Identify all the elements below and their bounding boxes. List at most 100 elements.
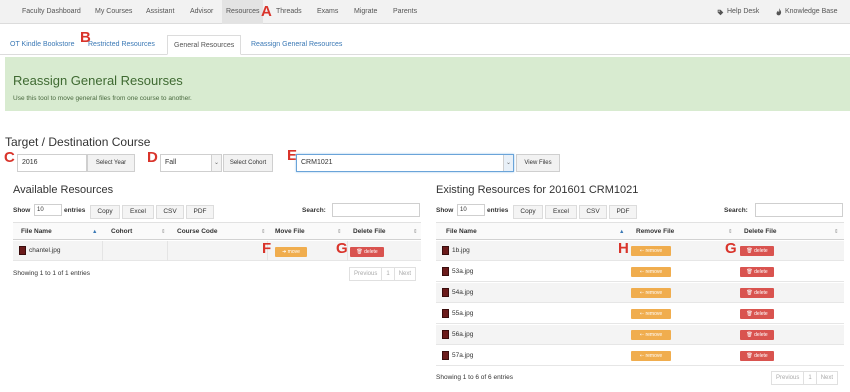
col-delete-file[interactable]: Delete File <box>744 223 777 241</box>
delete-button[interactable]: 🗑 delete <box>740 330 774 340</box>
nav-exams[interactable]: Exams <box>317 0 338 24</box>
delete-button[interactable]: 🗑 delete <box>740 309 774 319</box>
col-file-name[interactable]: File Name <box>21 223 52 241</box>
annotation-f: F <box>262 240 272 257</box>
file-name-cell: 57a.jpg <box>442 346 473 366</box>
available-copy-button[interactable]: Copy <box>90 205 120 219</box>
view-files-button[interactable]: View Files <box>516 154 560 172</box>
col-remove-file[interactable]: Remove File <box>636 223 674 241</box>
remove-button[interactable]: ⇠ remove <box>631 309 671 319</box>
annotation-a: A <box>261 3 272 20</box>
select-year-button[interactable]: Select Year <box>87 154 135 172</box>
existing-search-label: Search: <box>724 207 748 214</box>
delete-button[interactable]: 🗑 delete <box>740 288 774 298</box>
table-row: 54a.jpg ⇠ remove 🗑 delete <box>436 283 844 303</box>
existing-search-input[interactable] <box>755 203 843 217</box>
remove-button[interactable]: ⇠ remove <box>631 330 671 340</box>
tag-icon <box>717 9 724 15</box>
nav-assistant[interactable]: Assistant <box>146 0 174 24</box>
tab-ot-kindle-bookstore[interactable]: OT Kindle Bookstore <box>10 35 74 55</box>
existing-entries-label: entries <box>487 207 509 214</box>
existing-excel-button[interactable]: Excel <box>545 205 577 219</box>
term-select[interactable]: Fall ⌄ <box>160 154 222 172</box>
existing-pdf-button[interactable]: PDF <box>609 205 637 219</box>
sort-asc-icon: ▲ <box>619 229 625 235</box>
delete-button[interactable]: 🗑 delete <box>740 246 774 256</box>
select-cohort-button[interactable]: Select Cohort <box>223 154 273 172</box>
image-file-icon <box>442 245 449 255</box>
sort-icon: ⇕ <box>413 229 418 235</box>
annotation-b: B <box>80 29 91 46</box>
annotation-c: C <box>4 149 15 166</box>
course-select-value: CRM1021 <box>301 159 333 166</box>
nav-parents[interactable]: Parents <box>393 0 417 24</box>
remove-button[interactable]: ⇠ remove <box>631 246 671 256</box>
available-csv-button[interactable]: CSV <box>156 205 184 219</box>
table-row: 55a.jpg ⇠ remove 🗑 delete <box>436 304 844 324</box>
chevron-down-icon: ⌄ <box>503 155 513 171</box>
available-excel-button[interactable]: Excel <box>122 205 154 219</box>
divider <box>102 241 103 261</box>
file-name-cell: 55a.jpg <box>442 304 473 324</box>
available-search-label: Search: <box>302 207 326 214</box>
nav-migrate[interactable]: Migrate <box>354 0 377 24</box>
col-cohort[interactable]: Cohort <box>111 223 132 241</box>
page-1-button[interactable]: 1 <box>804 372 817 384</box>
chevron-down-icon: ⌄ <box>211 155 221 171</box>
annotation-g: G <box>725 240 737 257</box>
sort-icon: ⇕ <box>728 229 733 235</box>
nav-faculty-dashboard[interactable]: Faculty Dashboard <box>22 0 81 24</box>
tab-reassign-general-resources[interactable]: Reassign General Resources <box>251 35 342 55</box>
top-nav: Faculty Dashboard My Courses Assistant A… <box>0 0 850 24</box>
delete-button[interactable]: 🗑 delete <box>350 247 384 257</box>
existing-entries-select[interactable]: 10 <box>457 204 485 216</box>
remove-button[interactable]: ⇠ remove <box>631 288 671 298</box>
existing-resources-heading: Existing Resources for 201601 CRM1021 <box>436 184 639 196</box>
year-input[interactable]: 2016 <box>17 154 87 172</box>
next-page-button[interactable]: Next <box>817 372 837 384</box>
fire-icon <box>776 8 782 16</box>
remove-button[interactable]: ⇠ remove <box>631 267 671 277</box>
col-move-file[interactable]: Move File <box>275 223 305 241</box>
available-pdf-button[interactable]: PDF <box>186 205 214 219</box>
delete-button[interactable]: 🗑 delete <box>740 267 774 277</box>
next-page-button[interactable]: Next <box>395 268 415 280</box>
tab-restricted-resources[interactable]: Restricted Resources <box>88 35 155 55</box>
previous-page-button[interactable]: Previous <box>350 268 383 280</box>
previous-page-button[interactable]: Previous <box>772 372 805 384</box>
nav-my-courses[interactable]: My Courses <box>95 0 132 24</box>
delete-button[interactable]: 🗑 delete <box>740 351 774 361</box>
tab-general-resources[interactable]: General Resources <box>167 35 242 55</box>
existing-show-label: Show <box>436 207 454 214</box>
move-button[interactable]: ➜ move <box>275 247 307 257</box>
existing-table-info: Showing 1 to 6 of 6 entries <box>436 374 513 381</box>
col-file-name[interactable]: File Name <box>446 223 477 241</box>
existing-entries-value: 10 <box>460 207 467 213</box>
available-search-input[interactable] <box>332 203 420 217</box>
table-row: 57a.jpg ⇠ remove 🗑 delete <box>436 346 844 366</box>
knowledge-base-label: Knowledge Base <box>785 8 838 15</box>
image-file-icon <box>442 287 449 297</box>
file-name-cell: 56a.jpg <box>442 325 473 345</box>
col-delete-file[interactable]: Delete File <box>353 223 386 241</box>
col-course-code[interactable]: Course Code <box>177 223 217 241</box>
existing-pagination: Previous 1 Next <box>771 371 839 385</box>
sort-icon: ⇕ <box>337 229 342 235</box>
image-file-icon <box>442 308 449 318</box>
nav-threads[interactable]: Threads <box>276 0 302 24</box>
page-1-button[interactable]: 1 <box>382 268 395 280</box>
nav-advisor[interactable]: Advisor <box>190 0 213 24</box>
available-pagination: Previous 1 Next <box>349 267 417 281</box>
table-row: 56a.jpg ⇠ remove 🗑 delete <box>436 325 844 345</box>
annotation-g: G <box>336 240 348 257</box>
available-entries-select[interactable]: 10 <box>34 204 62 216</box>
knowledge-base-link[interactable]: Knowledge Base <box>776 0 838 24</box>
term-select-value: Fall <box>165 159 177 166</box>
divider <box>167 241 168 261</box>
course-select[interactable]: CRM1021 ⌄ <box>296 154 514 172</box>
help-desk-link[interactable]: Help Desk <box>717 0 759 24</box>
existing-csv-button[interactable]: CSV <box>579 205 607 219</box>
nav-resources[interactable]: Resources <box>222 0 264 24</box>
existing-copy-button[interactable]: Copy <box>513 205 543 219</box>
remove-button[interactable]: ⇠ remove <box>631 351 671 361</box>
